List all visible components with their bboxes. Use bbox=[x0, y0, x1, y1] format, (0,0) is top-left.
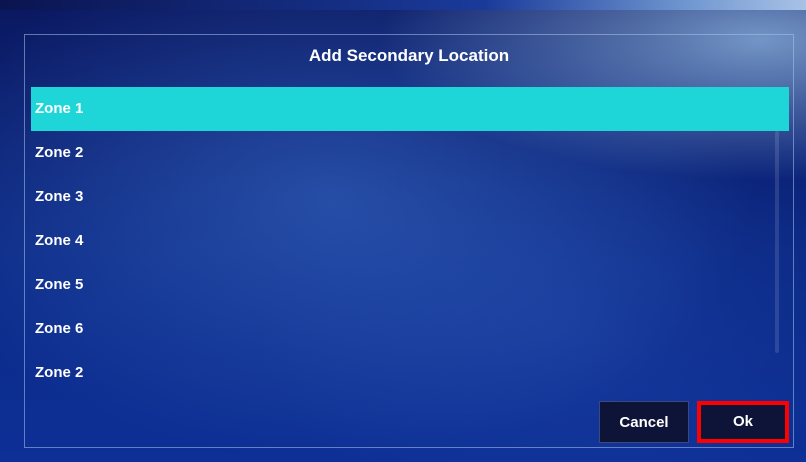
list-item-zone-5[interactable]: Zone 5 bbox=[31, 263, 789, 307]
ok-button[interactable]: Ok bbox=[697, 401, 789, 443]
list-item-zone-1[interactable]: Zone 1 bbox=[31, 87, 789, 131]
list-item-zone-6[interactable]: Zone 6 bbox=[31, 307, 789, 351]
location-list[interactable]: Zone 1 Zone 2 Zone 3 Zone 4 Zone 5 Zone … bbox=[31, 87, 789, 387]
list-item-zone-2-duplicate[interactable]: Zone 2 bbox=[31, 351, 789, 387]
list-item-zone-4[interactable]: Zone 4 bbox=[31, 219, 789, 263]
list-scrollbar[interactable] bbox=[775, 131, 779, 353]
list-item-zone-2[interactable]: Zone 2 bbox=[31, 131, 789, 175]
dialog-title: Add Secondary Location bbox=[308, 46, 510, 65]
list-item-zone-3[interactable]: Zone 3 bbox=[31, 175, 789, 219]
top-edge bbox=[0, 0, 806, 10]
add-secondary-location-dialog: Add Secondary Location Zone 1 Zone 2 Zon… bbox=[24, 34, 794, 448]
screen-background: Add Secondary Location Zone 1 Zone 2 Zon… bbox=[0, 0, 806, 462]
cancel-button[interactable]: Cancel bbox=[599, 401, 689, 443]
